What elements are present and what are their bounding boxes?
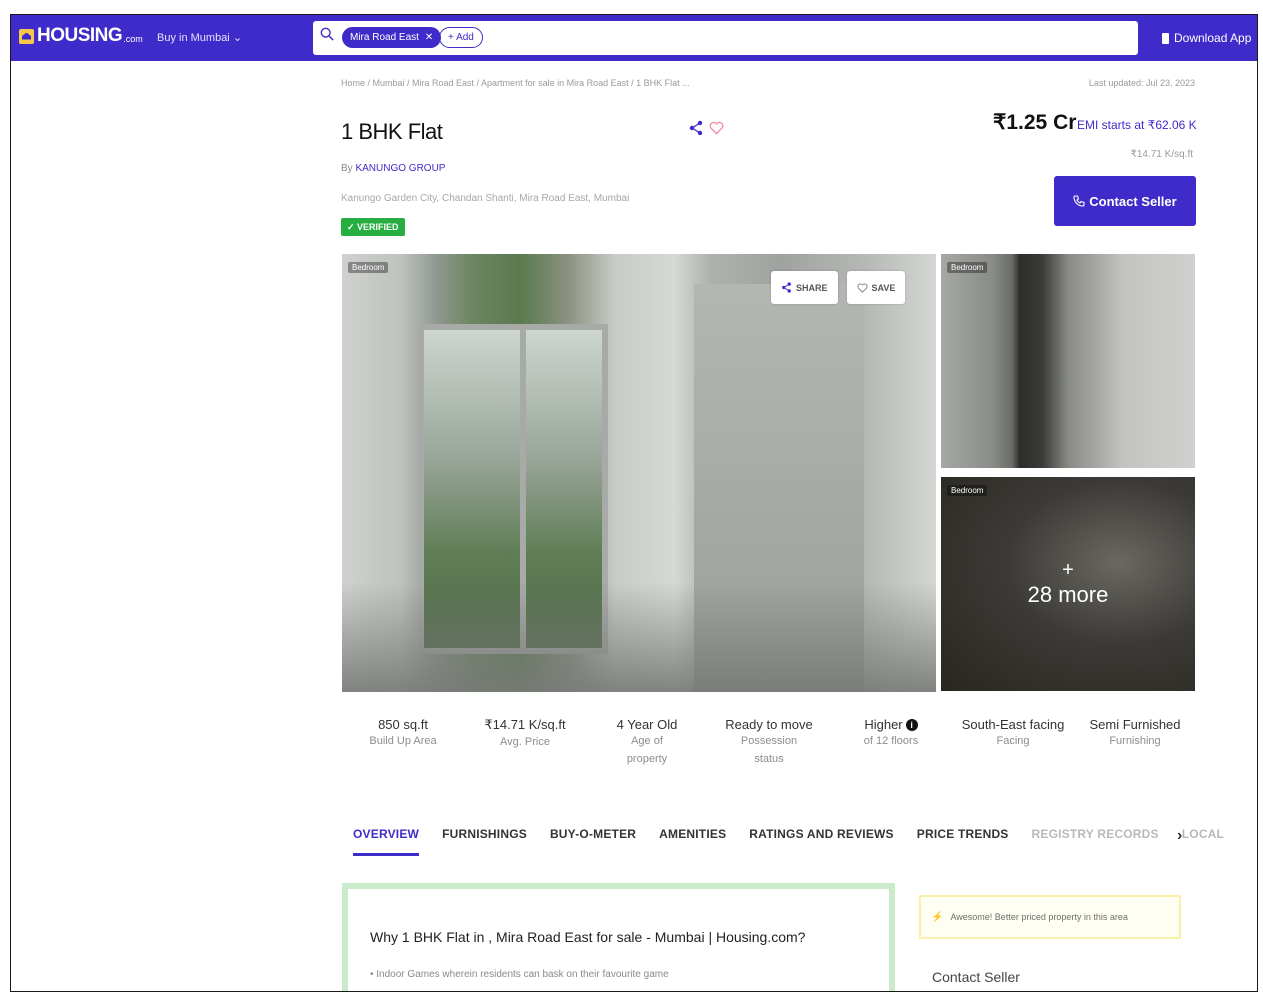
breadcrumb[interactable]: Home / Mumbai / Mira Road East / Apartme… xyxy=(341,78,690,88)
tab-buy-o-meter[interactable]: BUY-O-METER xyxy=(550,827,636,841)
chevron-down-icon: ⌄ xyxy=(232,32,243,44)
stat-value: 850 sq.ft xyxy=(378,717,428,732)
stat-label: of 12 floors xyxy=(863,735,919,747)
stat-label: Age of property xyxy=(626,735,668,765)
stat-furnishing: Semi Furnished Furnishing xyxy=(1074,717,1196,768)
phone-icon xyxy=(1162,32,1169,44)
stat-value: Semi Furnished xyxy=(1089,717,1181,732)
tab-registry-records[interactable]: REGISTRY RECORDS xyxy=(1032,827,1159,841)
tab-amenities[interactable]: AMENITIES xyxy=(659,827,726,841)
lightning-icon: ⚡ xyxy=(931,911,944,923)
location-chip-label: Mira Road East xyxy=(350,32,419,43)
stat-label: Avg. Price xyxy=(500,736,550,748)
photo-actions: SHARE SAVE xyxy=(771,271,914,304)
plus-icon: + xyxy=(1062,559,1074,581)
contact-seller-label: Contact Seller xyxy=(1089,193,1177,209)
top-navbar: HOUSING .com Buy in Mumbai ⌄ Mira Road E… xyxy=(11,15,1257,61)
page-title: 1 BHK Flat xyxy=(341,119,443,144)
stat-floor: Higher i of 12 floors xyxy=(830,717,952,768)
info-icon[interactable]: i xyxy=(905,719,918,731)
stat-age: 4 Year Old Age of property xyxy=(586,717,708,768)
stat-value: ₹14.71 K/sq.ft xyxy=(484,717,566,732)
housing-logo-icon xyxy=(19,28,34,44)
last-updated: Last updated: Jul 23, 2023 xyxy=(1088,78,1195,88)
city-selector-label: Buy in Mumbai xyxy=(157,32,230,44)
stat-value: Higher xyxy=(864,717,903,732)
city-selector[interactable]: Buy in Mumbai ⌄ xyxy=(157,31,242,44)
builder-line: By KANUNGO GROUP xyxy=(341,163,445,174)
photo-floor xyxy=(342,582,936,692)
location-chip[interactable]: Mira Road East ✕ xyxy=(342,27,442,48)
price: ₹1.25 Cr xyxy=(993,111,1077,134)
stat-label: Build Up Area xyxy=(369,735,437,747)
photo-save-label: SAVE xyxy=(871,282,896,293)
photo-tag: Bedroom xyxy=(348,262,389,273)
photo-tag: Bedroom xyxy=(947,262,988,273)
chevron-right-icon[interactable]: › xyxy=(1177,827,1182,845)
secondary-photo[interactable]: Bedroom xyxy=(941,254,1195,468)
price-insight-banner: ⚡ Awesome! Better priced property in thi… xyxy=(919,895,1181,939)
phone-call-icon xyxy=(1073,195,1085,207)
main-photo[interactable]: Bedroom SHARE SAVE xyxy=(342,254,936,692)
sidebar-contact-heading: Contact Seller xyxy=(932,969,1020,985)
stat-value: 4 Year Old xyxy=(616,717,678,732)
builder-link[interactable]: KANUNGO GROUP xyxy=(355,163,445,174)
stat-label: Possession status xyxy=(740,735,798,765)
housing-logo[interactable]: HOUSING .com xyxy=(19,25,143,47)
photo-share-label: SHARE xyxy=(796,282,828,293)
stat-floor-value: Higher i xyxy=(830,717,952,732)
browser-frame: HOUSING .com Buy in Mumbai ⌄ Mira Road E… xyxy=(10,14,1258,992)
share-icon xyxy=(782,282,791,293)
price-per-sqft: ₹14.71 K/sq.ft xyxy=(1130,149,1193,160)
tab-furnishings[interactable]: FURNISHINGS xyxy=(442,827,527,841)
more-photos-count: 28 more xyxy=(1027,582,1109,607)
stat-possession: Ready to move Possession status xyxy=(708,717,830,768)
overview-bullet: • Indoor Games wherein residents can bas… xyxy=(370,969,669,980)
verified-badge: ✓ VERIFIED xyxy=(341,218,405,236)
heart-icon xyxy=(856,282,868,293)
search-icon xyxy=(320,27,334,41)
by-prefix: By xyxy=(341,163,353,174)
download-app-button[interactable]: Download App xyxy=(1162,31,1251,45)
contact-seller-button[interactable]: Contact Seller xyxy=(1054,176,1196,226)
stat-value: Ready to move xyxy=(725,717,813,732)
tab-ratings-reviews[interactable]: RATINGS AND REVIEWS xyxy=(749,827,893,841)
stat-facing: South-East facing Facing xyxy=(952,717,1074,768)
property-stats: 850 sq.ft Build Up Area ₹14.71 K/sq.ft A… xyxy=(342,717,1196,768)
price-insight-text: Awesome! Better priced property in this … xyxy=(950,912,1128,922)
stat-value: South-East facing xyxy=(961,717,1065,732)
more-photos-tile[interactable]: Bedroom + 28 more xyxy=(941,477,1195,691)
emi-link[interactable]: EMI starts at ₹62.06 K xyxy=(1077,118,1197,132)
stat-label: Furnishing xyxy=(1109,735,1161,747)
section-tabs: OVERVIEW FURNISHINGS BUY-O-METER AMENITI… xyxy=(353,827,1247,856)
search-bar[interactable]: Mira Road East ✕ + Add xyxy=(313,21,1138,55)
tab-overview[interactable]: OVERVIEW xyxy=(353,827,420,856)
close-icon[interactable]: ✕ xyxy=(425,32,433,43)
add-location-button[interactable]: + Add xyxy=(439,27,483,48)
download-app-label: Download App xyxy=(1174,31,1252,45)
share-icon[interactable] xyxy=(688,120,704,136)
heart-icon[interactable] xyxy=(709,121,724,135)
stat-area: 850 sq.ft Build Up Area xyxy=(342,717,464,768)
stat-label: Facing xyxy=(996,735,1030,747)
stat-avg-price: ₹14.71 K/sq.ft Avg. Price xyxy=(464,717,586,768)
more-photos-overlay: + 28 more xyxy=(941,477,1195,691)
tab-local[interactable]: LOCAL xyxy=(1182,827,1224,841)
photo-share-button[interactable]: SHARE xyxy=(771,271,838,304)
logo-text: HOUSING xyxy=(37,25,123,46)
logo-suffix: .com xyxy=(123,34,143,44)
property-address: Kanungo Garden City, Chandan Shanti, Mir… xyxy=(341,193,630,204)
tab-price-trends[interactable]: PRICE TRENDS xyxy=(917,827,1009,841)
overview-card: Why 1 BHK Flat in , Mira Road East for s… xyxy=(342,883,895,991)
overview-heading: Why 1 BHK Flat in , Mira Road East for s… xyxy=(370,929,806,945)
photo-save-button[interactable]: SAVE xyxy=(846,271,906,304)
